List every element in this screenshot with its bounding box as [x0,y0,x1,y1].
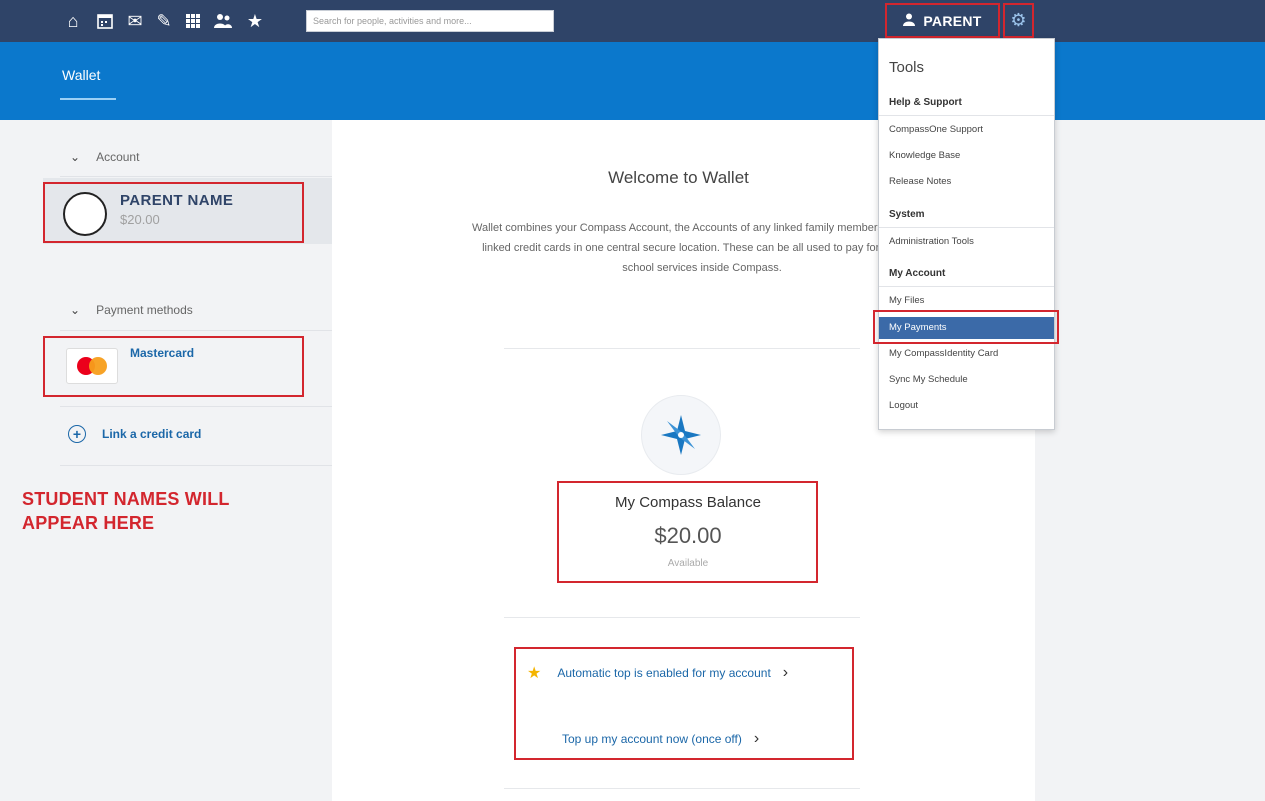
plus-circle-icon: + [68,425,86,443]
home-icon[interactable]: ⌂ [62,10,84,32]
chevron-down-icon: ⌄ [70,150,81,164]
tab-underline [60,98,116,100]
grid-icon[interactable] [182,10,204,32]
star-icon[interactable]: ★ [244,10,266,32]
my-account-heading: My Account [889,268,946,279]
topup-now-label: Top up my account now (once off) [562,732,742,746]
divider [60,330,332,331]
balance-value: $20.00 [654,523,722,548]
star-icon: ★ [527,665,542,682]
auto-topup-label: Automatic top is enabled for my account [557,666,771,680]
wallet-sidebar: ⌄ Account PARENT NAME $20.00 ⌄ Payment m… [0,120,353,801]
students-note: STUDENT NAMES WILL APPEAR HERE [22,489,230,533]
divider [60,465,332,466]
chevron-right-icon: › [753,730,760,747]
pencil-icon[interactable]: ✎ [153,10,175,32]
auto-topup-link[interactable]: ★ Automatic top is enabled for my accoun… [527,663,788,683]
user-label: PARENT [923,12,982,29]
divider [504,617,860,618]
divider [504,788,860,789]
page-banner: Wallet [0,42,1265,120]
menu-item-release-notes[interactable]: Release Notes [889,176,951,187]
menu-item-my-files[interactable]: My Files [889,295,924,306]
top-nav-bar: ⌂ ✉ ✎ ★ Search for people, activities an… [0,0,1265,42]
gear-icon[interactable]: ⚙ [1003,3,1034,38]
payment-section-toggle[interactable]: ⌄ Payment methods [70,303,193,317]
link-credit-label: Link a credit card [102,427,202,441]
parent-balance: $20.00 [120,212,160,227]
menu-item-compassone-support[interactable]: CompassOne Support [889,124,983,135]
help-support-heading: Help & Support [889,97,962,108]
search-input[interactable]: Search for people, activities and more..… [306,10,554,32]
compass-logo-icon [641,395,721,475]
chevron-down-icon: ⌄ [70,303,81,317]
card-name[interactable]: Mastercard [130,346,194,360]
divider [60,406,332,407]
mail-icon[interactable]: ✉ [124,10,146,32]
account-section-toggle[interactable]: ⌄ Account [70,150,139,164]
chevron-right-icon: › [782,664,789,681]
highlight-box [873,310,1059,344]
balance-status: Available [667,558,709,569]
user-menu-button[interactable]: PARENT [885,3,1000,38]
link-credit-card-button[interactable]: + Link a credit card [68,425,201,443]
parent-name: PARENT NAME [120,192,234,209]
avatar [63,192,107,236]
divider [60,176,332,177]
menu-item-compassidentity-card[interactable]: My CompassIdentity Card [889,348,998,359]
menu-item-knowledge-base[interactable]: Knowledge Base [889,150,960,161]
account-heading: Account [96,150,140,164]
menu-item-sync-schedule[interactable]: Sync My Schedule [889,374,968,385]
wallet-description: Wallet combines your Compass Account, th… [472,222,932,274]
system-heading: System [889,209,925,220]
mastercard-logo [66,348,118,384]
menu-item-administration-tools[interactable]: Administration Tools [889,236,974,247]
balance-title: My Compass Balance [615,494,761,511]
divider [504,348,860,349]
dropdown-title: Tools [889,59,925,76]
topup-now-link[interactable]: Top up my account now (once off) › [562,730,759,748]
calendar-icon[interactable] [94,10,116,32]
tab-wallet[interactable]: Wallet [62,67,100,83]
people-icon[interactable] [212,10,234,32]
payment-heading: Payment methods [96,303,193,317]
user-icon [903,13,916,29]
tools-dropdown-menu: Tools Help & Support CompassOne Support … [878,38,1055,430]
menu-item-logout[interactable]: Logout [889,400,918,411]
